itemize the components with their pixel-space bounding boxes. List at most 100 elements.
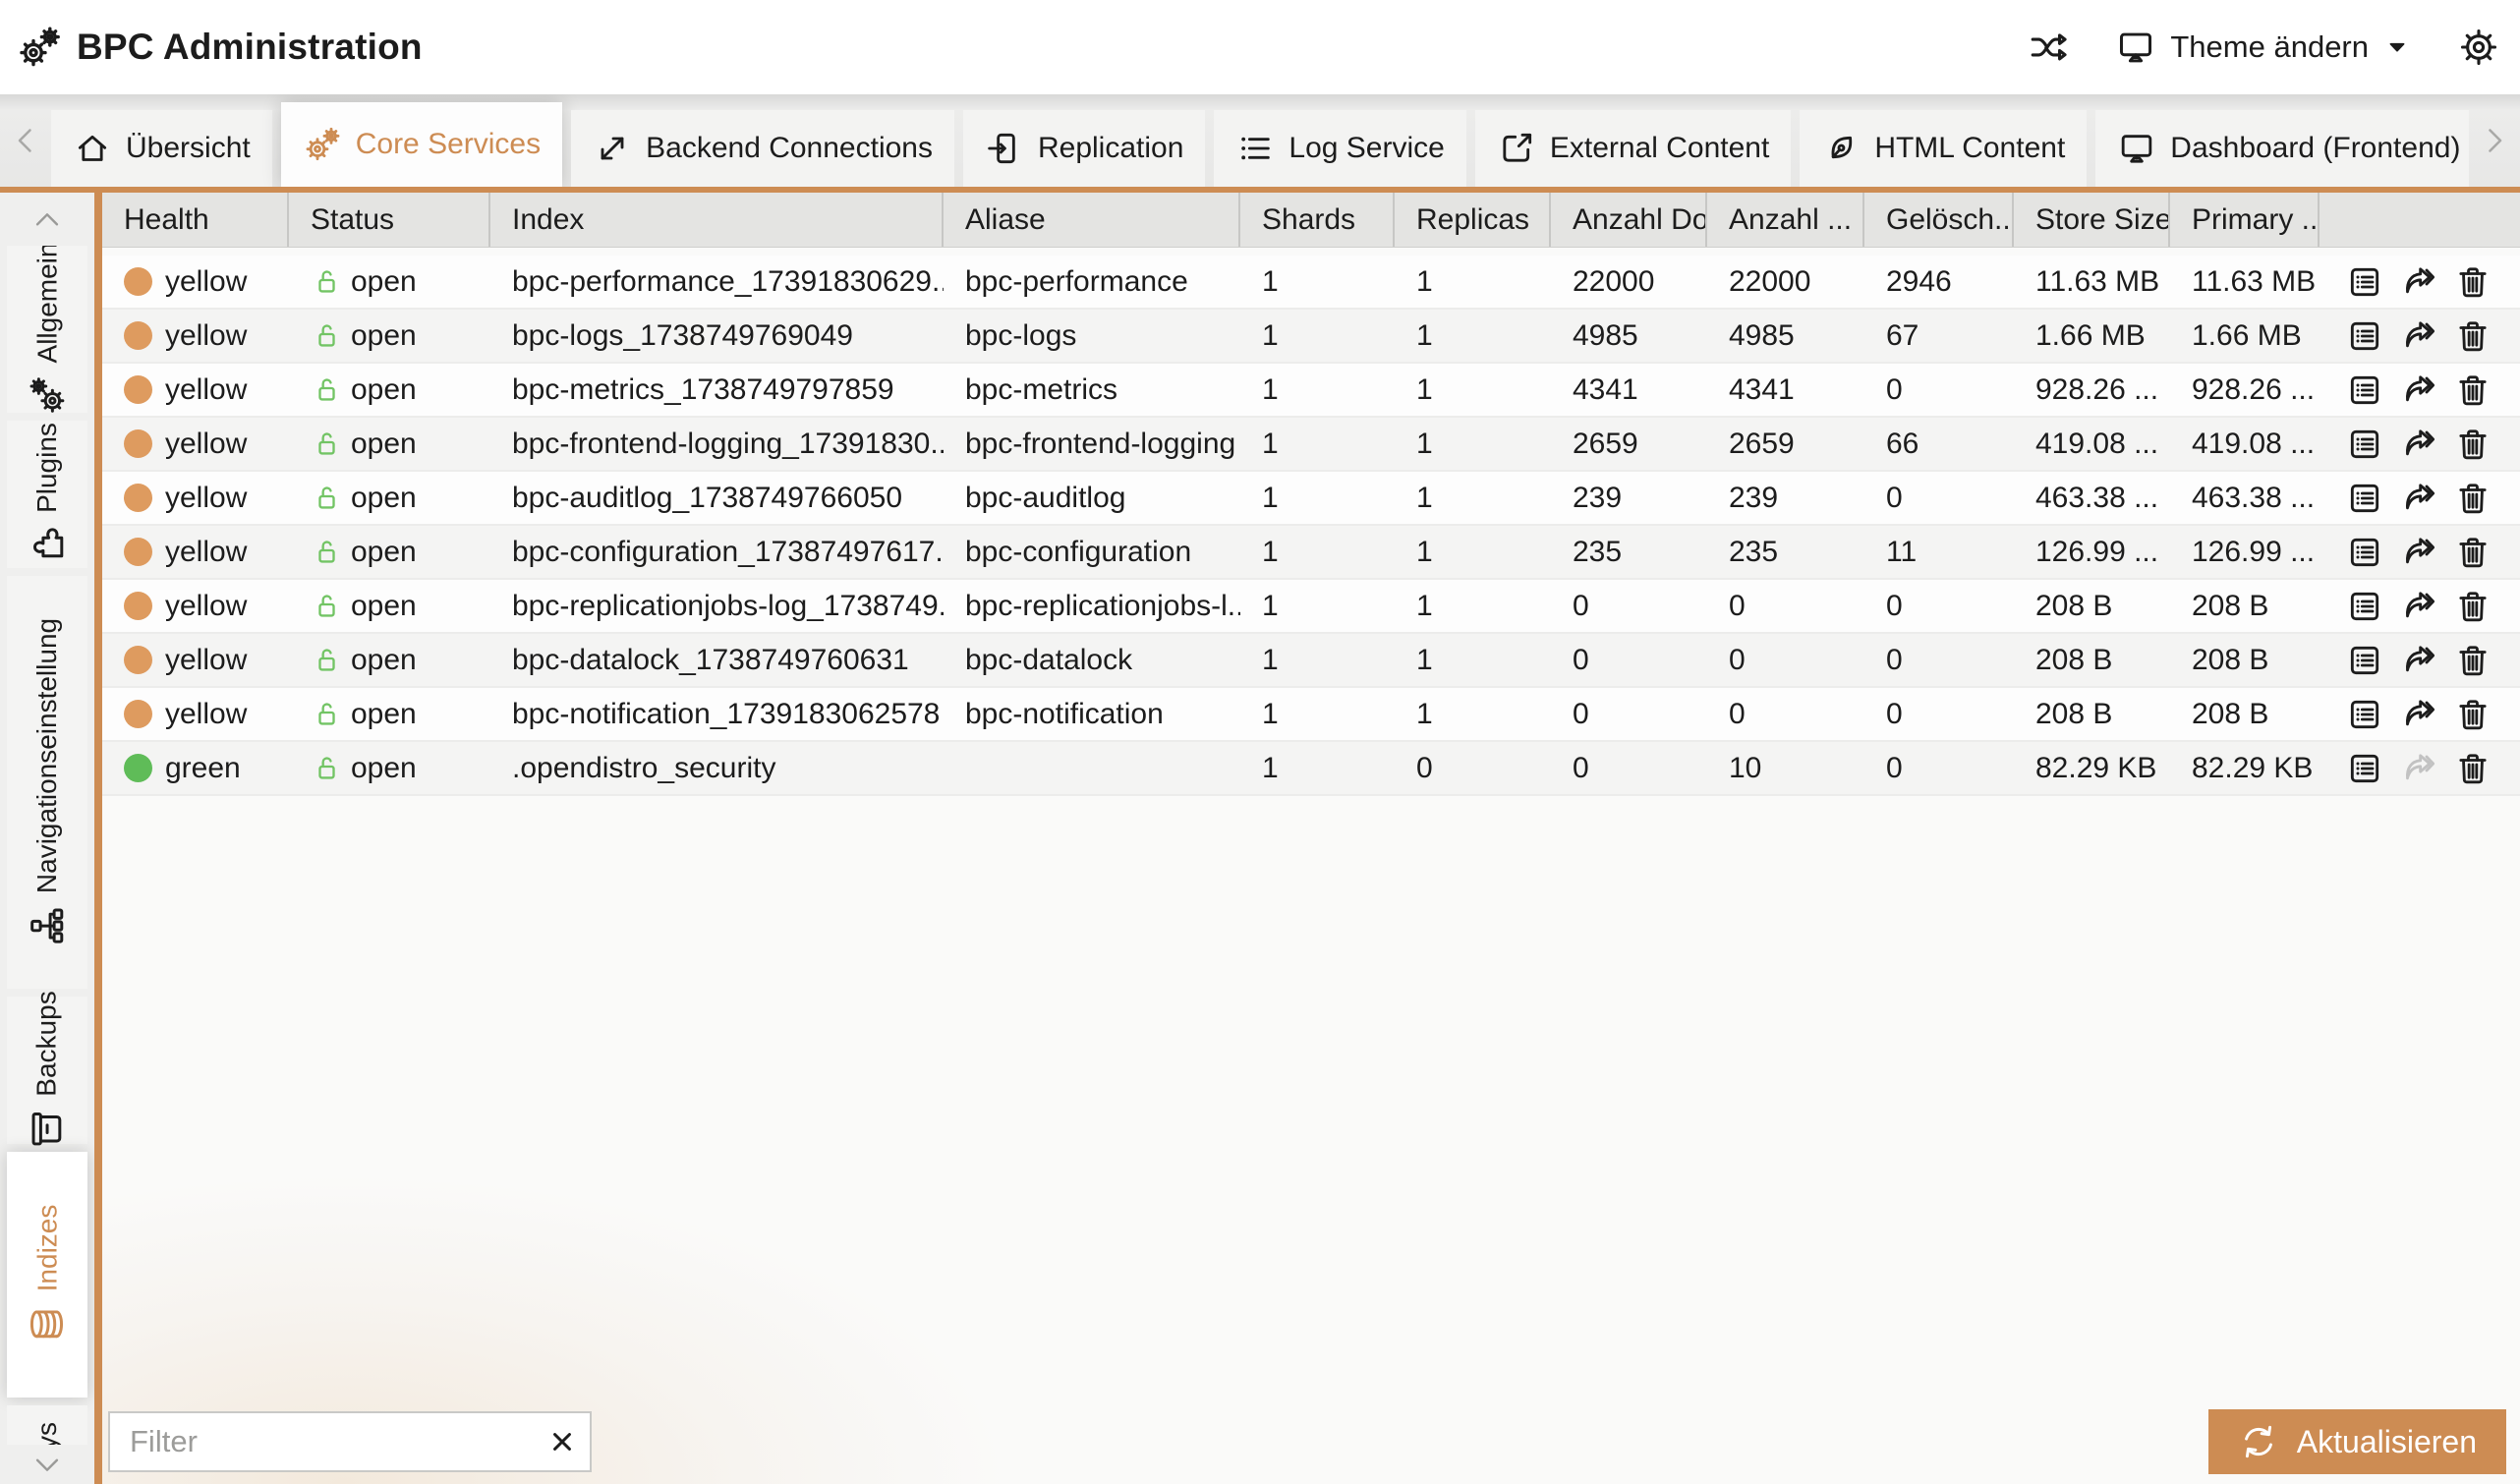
- gears-icon: [27, 374, 68, 416]
- deleted-count-cell: 0: [1864, 364, 2014, 416]
- health-dot: [124, 646, 152, 674]
- row-details-button[interactable]: [2345, 371, 2384, 410]
- table-body: yellowopenbpc-performance_17391830629...…: [102, 256, 2520, 796]
- row-share-button[interactable]: [2399, 371, 2438, 410]
- row-delete-button[interactable]: [2453, 479, 2492, 518]
- sidebar: AllgemeinPluginsNavigationseinstellungBa…: [0, 193, 102, 1484]
- tab-core-services[interactable]: Core Services: [281, 102, 562, 187]
- row-actions: [2320, 634, 2520, 686]
- row-details-button[interactable]: [2345, 641, 2384, 680]
- tab-html-content[interactable]: HTML Content: [1800, 110, 2087, 187]
- topbar: BPC Administration Theme ändern: [0, 0, 2520, 94]
- settings-button[interactable]: [2457, 26, 2500, 69]
- health-dot: [124, 484, 152, 512]
- sidebar-item-indizes[interactable]: Indizes: [7, 1152, 87, 1398]
- replicas-cell: 1: [1395, 256, 1551, 308]
- row-details-button[interactable]: [2345, 262, 2384, 302]
- tab-log-service[interactable]: Log Service: [1214, 110, 1465, 187]
- tab-dashboard-frontend[interactable]: Dashboard (Frontend): [2095, 110, 2469, 187]
- status-label: open: [351, 265, 417, 299]
- sidebar-item-plugins[interactable]: Plugins: [7, 421, 87, 568]
- sidebar-scroll-up-button[interactable]: [0, 200, 94, 240]
- column-header-health[interactable]: Health: [102, 193, 289, 247]
- tab-external-content[interactable]: External Content: [1475, 110, 1791, 187]
- column-header-shards[interactable]: Shards: [1240, 193, 1395, 247]
- row-details-button[interactable]: [2345, 533, 2384, 572]
- row-delete-button[interactable]: [2453, 262, 2492, 302]
- tabs-scroll-right-button[interactable]: [2469, 94, 2520, 187]
- sidebar-item-backups[interactable]: Backups: [7, 997, 87, 1144]
- row-delete-button[interactable]: [2453, 587, 2492, 626]
- store-size-cell: 82.29 KB: [2014, 742, 2170, 794]
- sidebar-scroll-down-button[interactable]: [0, 1445, 94, 1484]
- column-header-index[interactable]: Index: [490, 193, 944, 247]
- row-share-button[interactable]: [2399, 533, 2438, 572]
- chevron-left-icon: [8, 123, 43, 158]
- theme-switcher-button[interactable]: Theme ändern: [2115, 27, 2412, 68]
- row-actions: [2320, 688, 2520, 740]
- module-tabs: ÜbersichtCore ServicesBackend Connection…: [51, 94, 2469, 187]
- row-delete-button[interactable]: [2453, 371, 2492, 410]
- tabs-scroll-left-button[interactable]: [0, 94, 51, 187]
- row-delete-button[interactable]: [2453, 695, 2492, 734]
- sidebar-item-allgemein[interactable]: Allgemein: [7, 246, 87, 413]
- row-details-button[interactable]: [2345, 749, 2384, 788]
- row-details-button[interactable]: [2345, 316, 2384, 356]
- row-delete-button[interactable]: [2453, 316, 2492, 356]
- row-delete-button[interactable]: [2453, 641, 2492, 680]
- column-header-docs_total[interactable]: Anzahl ...: [1707, 193, 1864, 247]
- column-header-replicas[interactable]: Replicas: [1395, 193, 1551, 247]
- filter-input[interactable]: [108, 1411, 592, 1472]
- primary-size-cell: 208 B: [2170, 580, 2320, 632]
- row-details-button[interactable]: [2345, 479, 2384, 518]
- health-label: yellow: [165, 319, 247, 353]
- refresh-icon: [2238, 1421, 2279, 1462]
- index-cell: bpc-logs_1738749769049: [490, 310, 944, 362]
- row-delete-button[interactable]: [2453, 533, 2492, 572]
- row-delete-button[interactable]: [2453, 425, 2492, 464]
- deleted-count-cell: 66: [1864, 418, 2014, 470]
- puzzle-icon: [27, 525, 68, 566]
- row-share-button[interactable]: [2399, 425, 2438, 464]
- health-label: yellow: [165, 428, 247, 461]
- column-header-alias[interactable]: Aliase: [944, 193, 1240, 247]
- share-forward-icon: [2399, 371, 2438, 410]
- tab-backend-connections[interactable]: Backend Connections: [571, 110, 954, 187]
- column-header-store[interactable]: Store Size: [2014, 193, 2170, 247]
- row-share-button[interactable]: [2399, 262, 2438, 302]
- lock-open-icon: [311, 644, 343, 676]
- database-icon: [27, 1303, 68, 1344]
- shuffle-button[interactable]: [2027, 26, 2070, 69]
- column-header-primary[interactable]: Primary ...: [2170, 193, 2320, 247]
- clear-filter-button[interactable]: [546, 1426, 578, 1457]
- row-details-button[interactable]: [2345, 587, 2384, 626]
- row-share-button[interactable]: [2399, 641, 2438, 680]
- column-header-docs[interactable]: Anzahl Dok: [1551, 193, 1707, 247]
- row-share-button[interactable]: [2399, 695, 2438, 734]
- docs-count-cell: 4985: [1551, 310, 1707, 362]
- shuffle-icon: [2027, 26, 2070, 69]
- docs-count-cell: 0: [1551, 634, 1707, 686]
- tab-übersicht[interactable]: Übersicht: [51, 110, 272, 187]
- column-header-actions[interactable]: [2320, 193, 2520, 247]
- sidebar-item-navigationseinstellung[interactable]: Navigationseinstellung: [7, 576, 87, 989]
- refresh-button[interactable]: Aktualisieren: [2208, 1409, 2506, 1474]
- table-row: yellowopenbpc-notification_1739183062578…: [102, 688, 2520, 742]
- row-details-button[interactable]: [2345, 425, 2384, 464]
- docs-count-cell: 0: [1551, 688, 1707, 740]
- row-share-button[interactable]: [2399, 479, 2438, 518]
- primary-size-cell: 208 B: [2170, 634, 2320, 686]
- alias-cell: bpc-configuration: [944, 526, 1240, 578]
- row-share-button[interactable]: [2399, 587, 2438, 626]
- row-delete-button[interactable]: [2453, 749, 2492, 788]
- column-header-deleted[interactable]: Gelösch...: [1864, 193, 2014, 247]
- details-list-icon: [2345, 533, 2384, 572]
- row-share-button[interactable]: [2399, 316, 2438, 356]
- column-header-status[interactable]: Status: [289, 193, 490, 247]
- deleted-count-cell: 11: [1864, 526, 2014, 578]
- health-dot: [124, 754, 152, 782]
- row-details-button[interactable]: [2345, 695, 2384, 734]
- tab-replication[interactable]: Replication: [963, 110, 1205, 187]
- sidebar-item-ys[interactable]: ys: [7, 1405, 87, 1445]
- shards-cell: 1: [1240, 256, 1395, 308]
